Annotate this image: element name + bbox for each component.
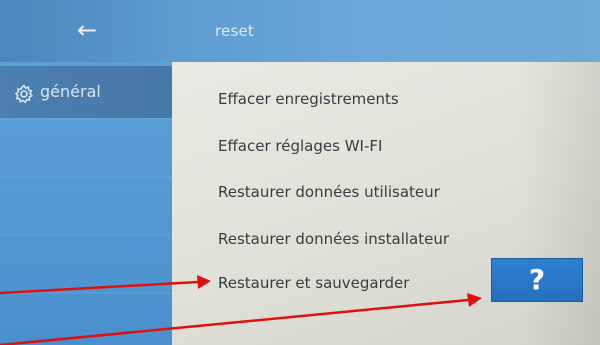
- menu-item-clear-records[interactable]: Effacer enregistrements: [218, 90, 399, 108]
- page-title: reset: [215, 22, 254, 40]
- sidebar-item-label: général: [40, 82, 101, 101]
- menu-item-restore-and-save[interactable]: Restaurer et sauvegarder: [218, 274, 409, 292]
- arrow-left-icon[interactable]: ←: [72, 17, 102, 43]
- gear-icon: [14, 84, 34, 104]
- menu-item-clear-wifi[interactable]: Effacer réglages WI-FI: [218, 137, 382, 155]
- menu-item-restore-installer-data[interactable]: Restaurer données installateur: [218, 230, 449, 248]
- reset-menu: Effacer enregistrements Effacer réglages…: [172, 62, 600, 345]
- photo-frame: ← reset général Effacer enregistrements …: [0, 0, 600, 345]
- header-bar: ← reset: [0, 0, 600, 62]
- sidebar: général: [0, 62, 172, 345]
- sidebar-item-general[interactable]: général: [0, 66, 172, 118]
- device-screen: ← reset général Effacer enregistrements …: [0, 0, 600, 345]
- menu-item-restore-user-data[interactable]: Restaurer données utilisateur: [218, 183, 440, 201]
- help-button[interactable]: ?: [491, 258, 583, 302]
